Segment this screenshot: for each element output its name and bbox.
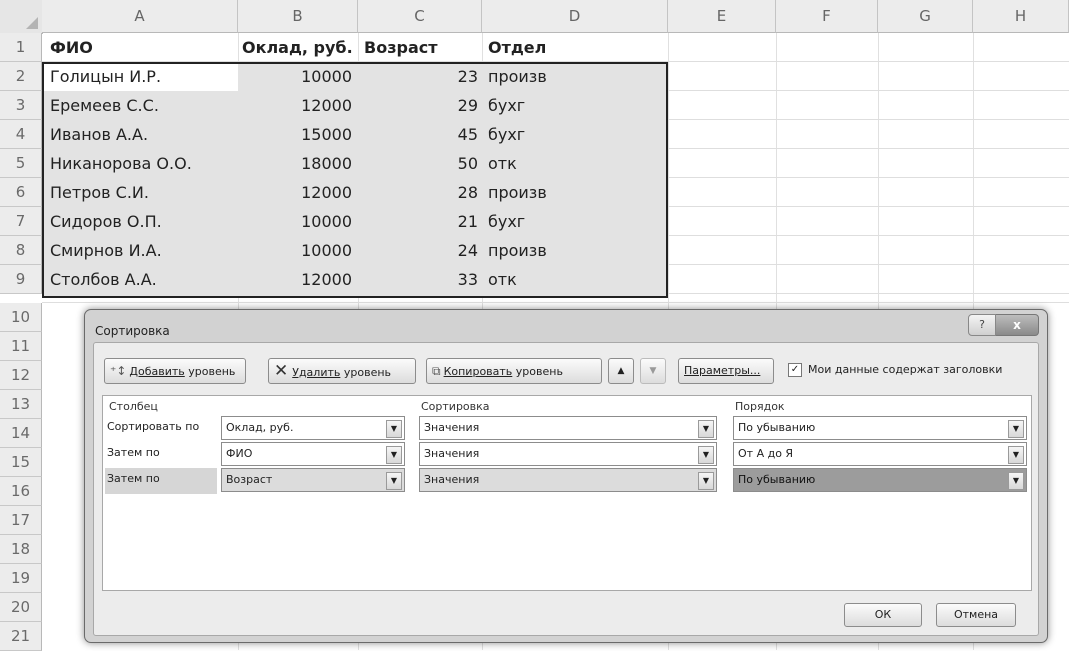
row-header[interactable]: 17 [0, 506, 42, 535]
move-up-button[interactable]: ▲ [608, 358, 634, 384]
column-header-a[interactable]: A [42, 0, 238, 33]
sort-on-select[interactable]: Значения ▼ [419, 468, 717, 492]
selection-border [42, 62, 668, 298]
row-header[interactable]: 15 [0, 448, 42, 477]
row-header[interactable]: 1 [0, 33, 42, 62]
delete-level-label-suffix: уровень [340, 366, 392, 379]
cell-a1[interactable]: ФИО [50, 33, 93, 62]
column-select[interactable]: Оклад, руб. ▼ [221, 416, 405, 440]
row-header[interactable]: 21 [0, 622, 42, 651]
column-header-d[interactable]: D [482, 0, 668, 33]
options-label: Параметры... [684, 364, 761, 377]
copy-level-label: Копировать [443, 365, 513, 378]
level-label[interactable]: Затем по [105, 442, 217, 468]
order-select-value: По убыванию [738, 421, 816, 434]
add-level-button[interactable]: ⁺↕ Добавить уровень [104, 358, 246, 384]
row-header[interactable]: 6 [0, 178, 42, 207]
row-header[interactable]: 12 [0, 361, 42, 390]
sort-on-select-value: Значения [424, 421, 480, 434]
arrow-down-icon: ▼ [649, 366, 657, 376]
copy-icon: ⧉ [432, 364, 441, 378]
row-header[interactable]: 18 [0, 535, 42, 564]
dropdown-arrow-icon[interactable]: ▼ [386, 446, 402, 464]
dropdown-arrow-icon[interactable]: ▼ [1008, 420, 1024, 438]
select-all-corner[interactable] [0, 0, 43, 34]
order-select[interactable]: По убыванию ▼ [733, 468, 1027, 492]
dropdown-arrow-icon[interactable]: ▼ [698, 420, 714, 438]
sort-levels-grid: Столбец Сортировка Порядок Сортировать п… [102, 395, 1032, 591]
cancel-button[interactable]: Отмена [936, 603, 1016, 627]
add-level-label: Добавить [129, 365, 185, 378]
cell-c1[interactable]: Возраст [364, 33, 438, 62]
copy-level-label-suffix: уровень [512, 365, 563, 378]
sort-on-heading: Сортировка [421, 400, 490, 413]
column-select-value: ФИО [226, 447, 253, 460]
move-down-button[interactable]: ▼ [640, 358, 666, 384]
gridline [42, 33, 1069, 62]
column-header-g[interactable]: G [878, 0, 973, 33]
column-header-h[interactable]: H [973, 0, 1069, 33]
sort-on-select[interactable]: Значения ▼ [419, 442, 717, 466]
ok-button[interactable]: ОК [844, 603, 922, 627]
order-select[interactable]: По убыванию ▼ [733, 416, 1027, 440]
add-level-icon: ⁺↕ [110, 364, 127, 378]
row-header[interactable]: 4 [0, 120, 42, 149]
row-header[interactable]: 8 [0, 236, 42, 265]
order-heading: Порядок [735, 400, 785, 413]
row-header[interactable]: 11 [0, 332, 42, 361]
add-level-label-suffix: уровень [184, 365, 236, 378]
delete-level-button[interactable]: ✕ Удалить уровень [268, 358, 416, 384]
order-select[interactable]: От А до Я ▼ [733, 442, 1027, 466]
delete-icon: ✕ [274, 361, 289, 381]
headers-checkbox-group[interactable]: ✓ Мои данные содержат заголовки [788, 363, 1002, 377]
sort-on-select[interactable]: Значения ▼ [419, 416, 717, 440]
close-button[interactable]: x [996, 314, 1039, 336]
sort-dialog: Сортировка ? x ⁺↕ Добавить уровень ✕ Удали… [84, 309, 1048, 643]
column-heading: Столбец [109, 400, 158, 413]
row-header[interactable]: 5 [0, 149, 42, 178]
row-header[interactable]: 14 [0, 419, 42, 448]
row-header[interactable]: 16 [0, 477, 42, 506]
headers-checkbox-label: Мои данные содержат заголовки [808, 363, 1003, 376]
dropdown-arrow-icon[interactable]: ▼ [386, 472, 402, 490]
dropdown-arrow-icon[interactable]: ▼ [698, 472, 714, 490]
dropdown-arrow-icon[interactable]: ▼ [1008, 446, 1024, 464]
column-header-e[interactable]: E [668, 0, 776, 33]
arrow-up-icon: ▲ [617, 366, 625, 376]
row-header[interactable]: 10 [0, 303, 42, 332]
dialog-body: ⁺↕ Добавить уровень ✕ Удалить уровень ⧉ Коп… [93, 342, 1039, 636]
dropdown-arrow-icon[interactable]: ▼ [698, 446, 714, 464]
dialog-title: Сортировка [95, 324, 170, 338]
column-select[interactable]: ФИО ▼ [221, 442, 405, 466]
dropdown-arrow-icon[interactable]: ▼ [386, 420, 402, 438]
column-header-b[interactable]: B [238, 0, 358, 33]
delete-level-label: Удалить [292, 366, 341, 379]
dialog-window-controls: ? x [968, 314, 1039, 336]
row-header[interactable]: 7 [0, 207, 42, 236]
level-label[interactable]: Сортировать по [105, 416, 217, 442]
column-select-value: Оклад, руб. [226, 421, 294, 434]
column-select-value: Возраст [226, 473, 273, 486]
row-header[interactable]: 19 [0, 564, 42, 593]
column-header-c[interactable]: C [358, 0, 482, 33]
order-select-value: По убыванию [738, 473, 816, 486]
sort-on-select-value: Значения [424, 447, 480, 460]
row-header[interactable]: 13 [0, 390, 42, 419]
row-header[interactable]: 9 [0, 265, 42, 294]
sort-on-select-value: Значения [424, 473, 480, 486]
level-label[interactable]: Затем по [105, 468, 217, 494]
row-header[interactable]: 20 [0, 593, 42, 622]
headers-checkbox[interactable]: ✓ [788, 363, 802, 377]
dropdown-arrow-icon[interactable]: ▼ [1008, 472, 1024, 490]
column-select[interactable]: Возраст ▼ [221, 468, 405, 492]
cell-d1[interactable]: Отдел [488, 33, 546, 62]
help-button[interactable]: ? [968, 314, 996, 336]
order-select-value: От А до Я [738, 447, 794, 460]
copy-level-button[interactable]: ⧉ Копировать уровень [426, 358, 602, 384]
column-header-f[interactable]: F [776, 0, 878, 33]
options-button[interactable]: Параметры... [678, 358, 774, 384]
row-header[interactable]: 2 [0, 62, 42, 91]
cell-b1[interactable]: Оклад, руб. [242, 33, 353, 62]
row-header[interactable]: 3 [0, 91, 42, 120]
